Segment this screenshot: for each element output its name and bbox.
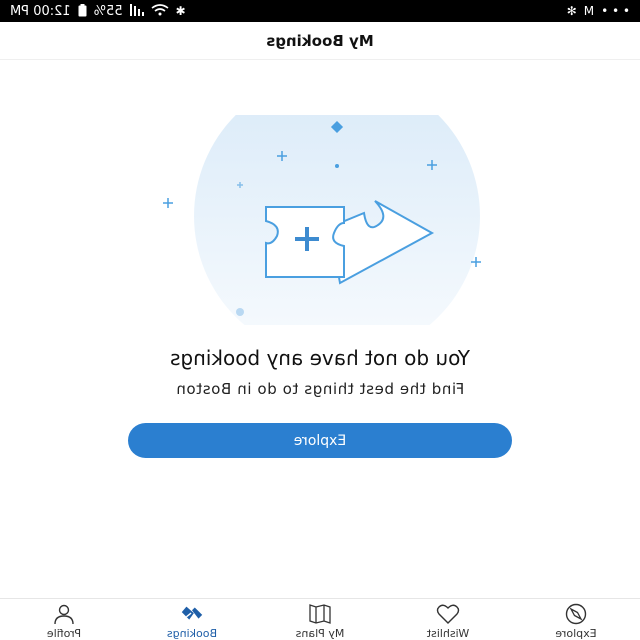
app-notification-letter: M <box>583 4 595 18</box>
nav-label-explore: Explore <box>555 627 597 640</box>
nav-label-wishlist: Wishlist <box>426 627 470 640</box>
nav-item-explore[interactable]: Explore <box>512 599 640 640</box>
nav-label-my-plans: My Plans <box>295 627 345 640</box>
nav-item-wishlist[interactable]: Wishlist <box>384 599 512 640</box>
nav-item-my-plans[interactable]: My Plans <box>256 599 384 640</box>
bottom-navigation: Explore Wishlist My Plans Bookings Profi… <box>0 598 640 640</box>
compass-icon <box>563 602 589 625</box>
heart-icon <box>435 602 461 625</box>
battery-percent: 55% <box>93 3 123 19</box>
tickets-icon <box>179 602 205 625</box>
battery-icon <box>78 3 87 19</box>
nav-label-bookings: Bookings <box>166 627 218 640</box>
empty-bookings-illustration <box>163 115 481 325</box>
app-screen: • • • M ✻ ✱ 55% 12:00 PM My Bookings You… <box>0 0 640 640</box>
nav-label-profile: Profile <box>46 627 82 640</box>
bluetooth-icon: ✱ <box>175 4 186 18</box>
person-icon <box>51 602 77 625</box>
wifi-icon <box>151 4 169 18</box>
notification-dots-icon: • • • <box>601 4 630 18</box>
status-bar-right: ✱ 55% 12:00 PM <box>10 3 186 19</box>
clock: 12:00 PM <box>10 3 71 19</box>
empty-state-title: You do not have any bookings <box>170 346 470 370</box>
empty-state-subtitle: Find the best things to do in Boston <box>175 380 465 398</box>
fan-icon: ✻ <box>566 4 577 18</box>
explore-button[interactable]: Explore <box>128 423 512 458</box>
top-app-bar: My Bookings <box>0 22 640 60</box>
signal-icon <box>129 4 144 18</box>
nav-item-profile[interactable]: Profile <box>0 599 128 640</box>
nav-item-bookings[interactable]: Bookings <box>128 599 256 640</box>
status-bar-left: • • • M ✻ <box>566 4 630 18</box>
page-title: My Bookings <box>266 31 374 50</box>
status-bar: • • • M ✻ ✱ 55% 12:00 PM <box>0 0 640 22</box>
map-icon <box>307 602 333 625</box>
